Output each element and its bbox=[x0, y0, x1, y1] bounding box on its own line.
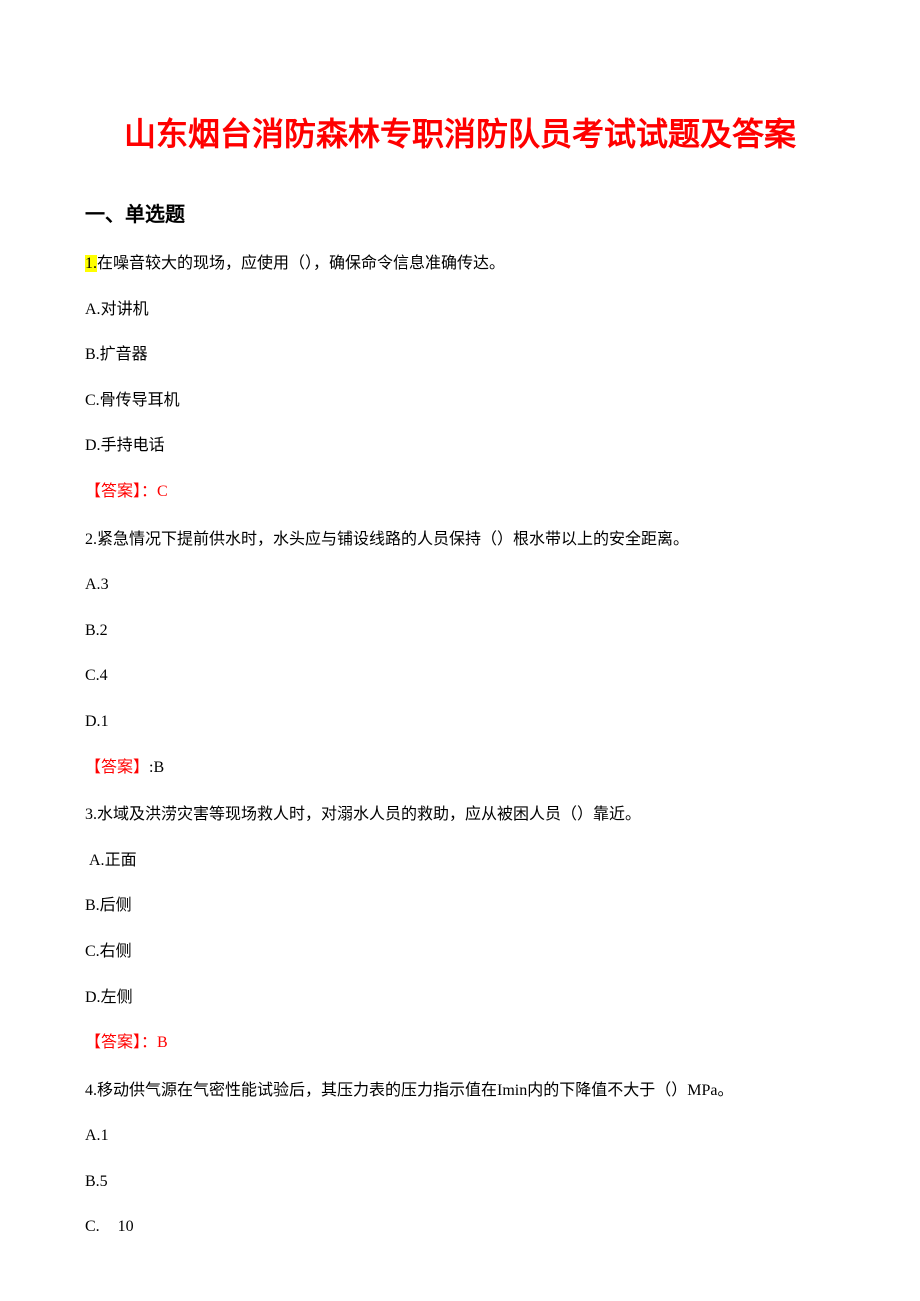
question-4-option-b: B.5 bbox=[85, 1169, 835, 1195]
question-4-stem: 4.移动供气源在气密性能试验后，其压力表的压力指示值在Imin内的下降值不大于（… bbox=[85, 1078, 835, 1104]
question-4-text: 移动供气源在气密性能试验后，其压力表的压力指示值在Imin内的下降值不大于（）M… bbox=[97, 1082, 733, 1099]
question-1-option-d: D.手持电话 bbox=[85, 433, 835, 459]
question-2-option-c: C.4 bbox=[85, 663, 835, 689]
question-3-text: 水域及洪涝灾害等现场救人时，对溺水人员的救助，应从被困人员（）靠近。 bbox=[97, 806, 641, 823]
answer-label: 【答案】： bbox=[85, 483, 157, 500]
answer-label: 【答案】： bbox=[85, 1034, 157, 1051]
answer-value: B bbox=[157, 1034, 168, 1051]
section-header: 一、单选题 bbox=[85, 198, 835, 227]
question-3-answer: 【答案】：B bbox=[85, 1030, 835, 1056]
question-1-answer: 【答案】：C bbox=[85, 479, 835, 505]
question-1-number: 1. bbox=[85, 255, 97, 272]
answer-value: :B bbox=[149, 759, 164, 776]
question-1-text: 在噪音较大的现场，应使用（），确保命令信息准确传达。 bbox=[97, 255, 505, 272]
question-3-option-b: B.后侧 bbox=[85, 893, 835, 919]
question-3-option-c: C.右侧 bbox=[85, 939, 835, 965]
answer-value: C bbox=[157, 483, 168, 500]
question-2-option-d: D.1 bbox=[85, 709, 835, 735]
question-1-option-c: C.骨传导耳机 bbox=[85, 388, 835, 414]
question-2-number: 2. bbox=[85, 531, 97, 548]
question-4-option-c: C.10 bbox=[85, 1214, 835, 1240]
question-3-option-d: D.左侧 bbox=[85, 985, 835, 1011]
question-2-option-a: A.3 bbox=[85, 572, 835, 598]
question-3-number: 3. bbox=[85, 806, 97, 823]
question-1-option-b: B.扩音器 bbox=[85, 342, 835, 368]
question-1-option-a: A.对讲机 bbox=[85, 297, 835, 323]
question-2-stem: 2.紧急情况下提前供水时，水头应与铺设线路的人员保持（）根水带以上的安全距离。 bbox=[85, 527, 835, 553]
question-3-stem: 3.水域及洪涝灾害等现场救人时，对溺水人员的救助，应从被困人员（）靠近。 bbox=[85, 802, 835, 828]
answer-label: 【答案】 bbox=[85, 759, 149, 776]
question-2-answer: 【答案】:B bbox=[85, 755, 835, 781]
question-3-option-a: A.正面 bbox=[85, 848, 835, 874]
question-2-text: 紧急情况下提前供水时，水头应与铺设线路的人员保持（）根水带以上的安全距离。 bbox=[97, 531, 689, 548]
question-2-option-b: B.2 bbox=[85, 618, 835, 644]
question-4-number: 4. bbox=[85, 1082, 97, 1099]
question-4-option-a: A.1 bbox=[85, 1123, 835, 1149]
document-title: 山东烟台消防森林专职消防队员考试试题及答案 bbox=[85, 110, 835, 158]
question-1-stem: 1.在噪音较大的现场，应使用（），确保命令信息准确传达。 bbox=[85, 251, 835, 277]
